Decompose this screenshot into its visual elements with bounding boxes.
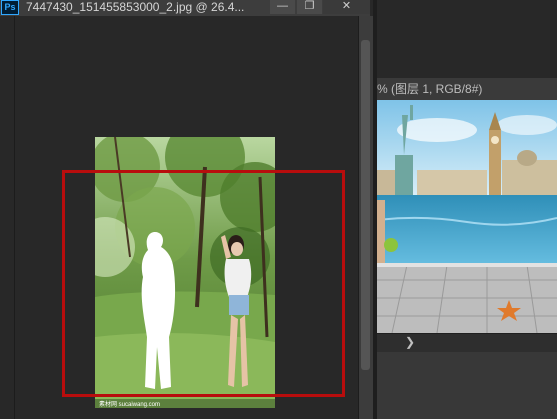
document-title[interactable]: 7447430_151455853000_2.jpg @ 26.4... [26,0,244,15]
photoshop-logo-icon: Ps [1,0,19,15]
restore-icon: ❐ [304,0,315,12]
landmarks-seascape-image [377,100,557,333]
photo-watermark: 素材网 sucaiwang.com [99,400,160,408]
right-document-title[interactable]: % (图层 1, RGB/8#) [377,78,557,100]
close-button[interactable]: ✕ [323,0,370,14]
close-icon: ✕ [341,0,352,12]
scrollbar-thumb[interactable] [361,40,370,370]
status-menu-arrow-icon[interactable]: ❯ [405,335,415,349]
minimize-button[interactable]: — [270,0,295,14]
restore-button[interactable]: ❐ [297,0,322,14]
minimize-icon: — [277,0,288,12]
right-canvas-background [377,352,557,419]
landmarks-illustration [377,100,557,333]
red-highlight-rectangle [62,170,345,397]
status-bar [377,333,557,352]
